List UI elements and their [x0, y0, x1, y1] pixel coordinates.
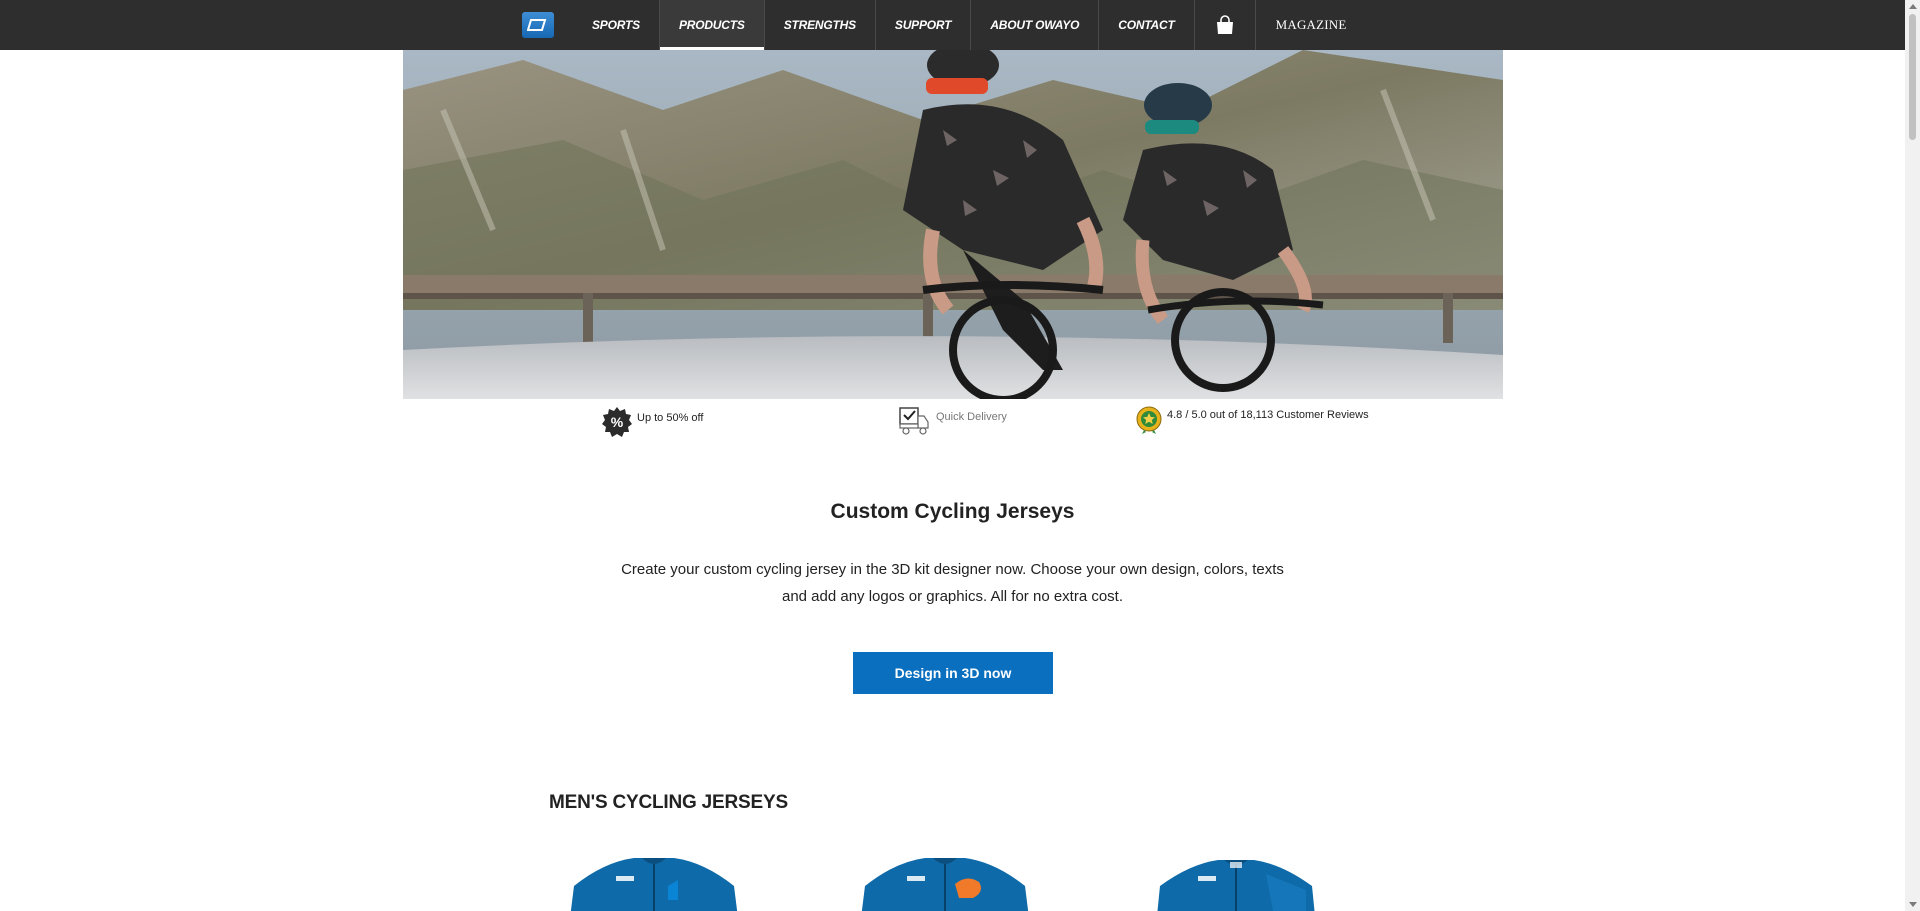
nav-item-sports[interactable]: SPORTS [580, 0, 660, 50]
benefit-reviews: 4.8 / 5.0 out of 18,113 Customer Reviews [1136, 406, 1369, 434]
nav-item-products[interactable]: PRODUCTS [659, 0, 765, 50]
jersey-thumbnail [1157, 860, 1315, 911]
intro-description: Create your custom cycling jersey in the… [600, 556, 1305, 610]
svg-text:%: % [611, 414, 624, 430]
delivery-truck-icon [899, 407, 929, 435]
nav-item-label: ABOUT OWAYO [990, 18, 1080, 32]
shopping-bag-icon [1216, 15, 1233, 34]
logo-mark-icon [527, 19, 547, 31]
nav-item-about-owayo[interactable]: ABOUT OWAYO [971, 0, 1100, 50]
owayo-logo[interactable] [522, 12, 554, 38]
jersey-thumbnail [570, 858, 738, 911]
jersey-thumbnail [861, 858, 1029, 911]
jersey-product-card[interactable] [564, 856, 744, 911]
page-title: Custom Cycling Jerseys [830, 500, 1075, 523]
benefit-delivery: Quick Delivery [898, 406, 1007, 436]
nav-bar: SPORTS PRODUCTS STRENGTHS SUPPORT ABOUT … [522, 0, 1367, 50]
hero-image [403, 50, 1503, 399]
section-title: MEN'S CYCLING JERSEYS [549, 792, 788, 813]
nav-item-label: MAGAZINE [1275, 17, 1347, 32]
jersey-product-card[interactable] [1146, 856, 1326, 911]
scroll-up-arrow-icon[interactable] [1909, 4, 1917, 9]
rating-seal-icon [1136, 406, 1162, 434]
nav-item-label: CONTACT [1118, 18, 1175, 32]
reviews-text[interactable]: 4.8 / 5.0 out of 18,113 Customer Reviews [1167, 409, 1369, 421]
nav-item-label: STRENGTHS [783, 18, 856, 32]
benefit-discount: % Up to 50% off [601, 406, 703, 438]
intro-text-line: and add any logos or graphics. All for n… [781, 588, 1124, 605]
design-in-3d-button[interactable]: Design in 3D now [853, 652, 1053, 694]
nav-item-label: SUPPORT [894, 18, 952, 32]
discount-badge-icon: % [602, 407, 632, 437]
discount-text: Up to 50% off [637, 412, 704, 424]
nav-item-strengths[interactable]: STRENGTHS [765, 0, 876, 50]
nav-item-label: SPORTS [592, 18, 640, 32]
jersey-product-card[interactable] [855, 856, 1035, 911]
cyclists-photo [403, 50, 1503, 399]
intro-text-line: Create your custom cycling jersey in the… [621, 561, 1284, 578]
nav-item-support[interactable]: SUPPORT [876, 0, 972, 50]
cart-button[interactable] [1195, 0, 1256, 50]
top-navigation: SPORTS PRODUCTS STRENGTHS SUPPORT ABOUT … [0, 0, 1905, 50]
nav-item-magazine[interactable]: MAGAZINE [1256, 0, 1367, 50]
delivery-text: Quick Delivery [936, 411, 1007, 423]
nav-item-contact[interactable]: CONTACT [1099, 0, 1195, 50]
vertical-scrollbar[interactable] [1905, 0, 1920, 911]
scroll-down-arrow-icon[interactable] [1909, 902, 1917, 907]
scrollbar-thumb[interactable] [1909, 14, 1916, 140]
nav-item-label: PRODUCTS [678, 18, 745, 32]
